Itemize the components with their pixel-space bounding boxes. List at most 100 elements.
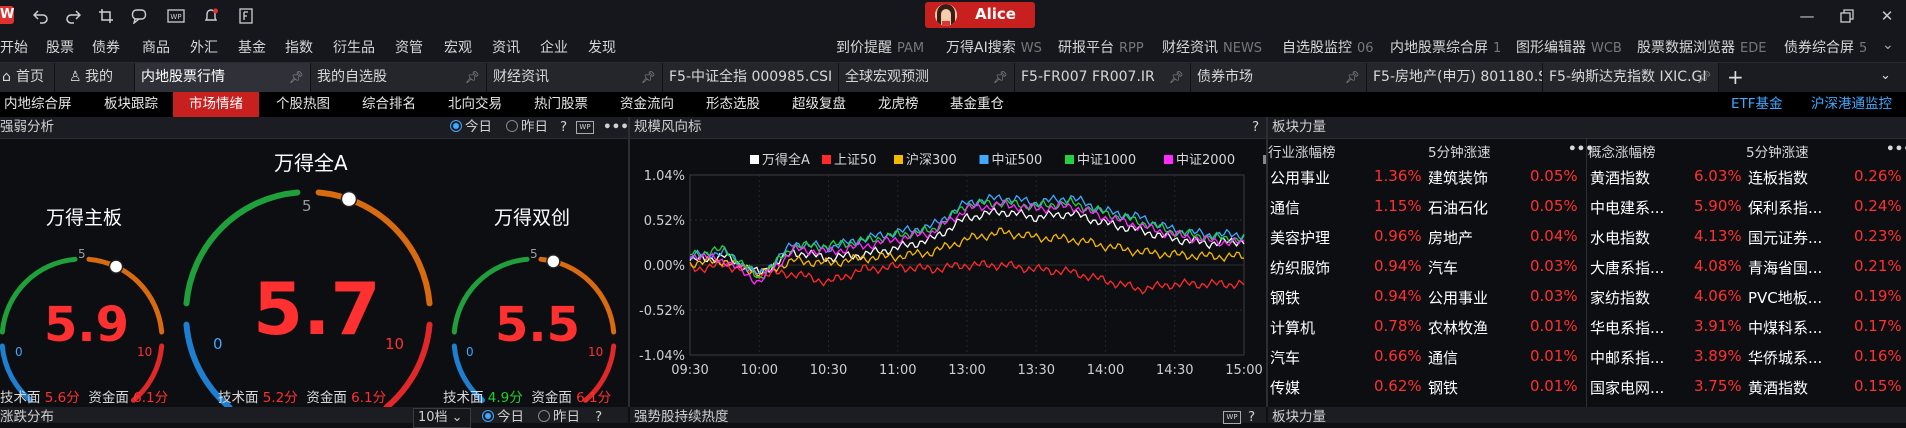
pin-icon[interactable]: 📌︎ (1169, 63, 1184, 92)
tab-my-watchlist[interactable]: 我的自选股 📌︎ (311, 63, 487, 92)
menu-ai-search[interactable]: 万得AI搜索 WS (946, 37, 1042, 57)
table-row[interactable]: 计算机 0.78% 农林牧渔 0.01% 华电系指... 3.91% 中煤科系... 0.17… (1268, 312, 1906, 342)
minimize-icon[interactable]: — (1796, 5, 1818, 27)
pin-icon[interactable]: 📌︎ (465, 63, 480, 92)
menu-bond-screen[interactable]: 债券综合屏 5 (1784, 37, 1867, 57)
pin-icon[interactable]: 📌︎ (641, 63, 656, 92)
subnav-etf[interactable]: ETF基金 (1731, 92, 1783, 117)
menu-bond[interactable]: 债券 (92, 37, 120, 57)
menu-news[interactable]: 资讯 (492, 37, 520, 57)
radio-yesterday[interactable]: 昨日 (538, 407, 580, 427)
subnav-northbound[interactable]: 北向交易 (448, 92, 502, 117)
tab-mainland-stock-quotes[interactable]: 内地股票行情 📌︎ (135, 63, 311, 92)
radio-today[interactable]: 今日 (450, 117, 492, 138)
legend-item[interactable]: 沪深300 (894, 152, 957, 168)
radio-today[interactable]: 今日 (482, 407, 524, 427)
crop-icon[interactable] (95, 5, 117, 27)
tab-mine[interactable]: ♙ 我的 (55, 63, 135, 92)
restore-icon[interactable] (1836, 5, 1858, 27)
pin-icon[interactable]: 📌︎ (993, 63, 1008, 92)
menu-fx[interactable]: 外汇 (190, 37, 218, 57)
table-row[interactable]: 传媒 0.62% 钢铁 0.01% 国家电网... 3.75% 黄酒指数 0.15% (1268, 372, 1906, 402)
tab-nasdaq[interactable]: F5-纳斯达克指数 IXIC.GI 📌︎ (1543, 63, 1719, 92)
legend-item[interactable]: 中证1000 (1065, 153, 1136, 168)
menu-data-browser[interactable]: 股票数据浏览器 EDE (1637, 37, 1766, 57)
pin-icon[interactable]: 📌︎ (1697, 63, 1712, 92)
tab-list-chevron-icon[interactable]: ⌄ (1880, 68, 1891, 83)
tab-bond-market[interactable]: 债券市场 📌︎ (1191, 63, 1367, 92)
tab-global-macro[interactable]: 全球宏观预测 📌︎ (839, 63, 1015, 92)
menu-stock[interactable]: 股票 (46, 37, 74, 57)
help-icon[interactable]: ? (560, 117, 567, 138)
subnav-overview[interactable]: 内地综合屏 (4, 92, 72, 117)
subnav-replay[interactable]: 超级复盘 (792, 92, 846, 117)
menu-asset-mgmt[interactable]: 资管 (395, 37, 423, 57)
table-row[interactable]: 通信 1.15% 石油石化 0.05% 中电建系... 5.90% 保利系指... 0.24% (1268, 192, 1906, 222)
table-row[interactable]: 美容护理 0.96% 房地产 0.04% 水电指数 4.13% 国元证券... 0.23% (1268, 222, 1906, 252)
notification-bell-icon[interactable] (200, 5, 222, 27)
menu-start[interactable]: 开始 (0, 37, 28, 57)
menu-price-alert[interactable]: 到价提醒 PAM (836, 37, 924, 57)
menu-macro[interactable]: 宏观 (444, 37, 472, 57)
table-row[interactable]: 公用事业 1.36% 建筑装饰 0.05% 黄酒指数 6.03% 连板指数 0.26% (1268, 162, 1906, 192)
tab-financial-news[interactable]: 财经资讯 📌︎ (487, 63, 663, 92)
menu-watchlist-monitor[interactable]: 自选股监控 06 (1282, 37, 1374, 57)
pin-icon[interactable]: 📌︎ (1345, 63, 1360, 92)
app-logo[interactable]: W (0, 6, 14, 24)
subnav-heatmap[interactable]: 个股热图 (276, 92, 330, 117)
help-icon[interactable]: ? (1252, 117, 1259, 138)
help-icon[interactable]: ? (595, 407, 602, 427)
menu-chart-editor[interactable]: 图形编辑器 WCB (1516, 37, 1622, 57)
industry-change: 0.96% (1374, 227, 1422, 245)
menu-more-icon[interactable]: ⌄ (1882, 37, 1894, 53)
legend-swatch (750, 155, 759, 164)
menu-discover[interactable]: 发现 (588, 37, 616, 57)
subnav-fund-holdings[interactable]: 基金重仓 (950, 92, 1004, 117)
legend-item[interactable]: 中证2000 (1164, 153, 1235, 168)
menu-fund[interactable]: 基金 (238, 37, 266, 57)
menu-enterprise[interactable]: 企业 (540, 37, 568, 57)
tab-real-estate[interactable]: F5-房地产(申万) 801180.SI (1367, 63, 1543, 92)
subnav-market-sentiment[interactable]: 市场情绪 (173, 92, 259, 117)
subnav-dragon-tiger[interactable]: 龙虎榜 (878, 92, 919, 117)
menu-commodity[interactable]: 商品 (142, 37, 170, 57)
add-tab-icon[interactable]: + (1727, 65, 1744, 89)
menu-derivative[interactable]: 衍生品 (333, 37, 375, 57)
more-icon[interactable]: ••• (603, 117, 629, 138)
wp-icon[interactable]: WP (165, 5, 187, 27)
subnav-hot-stocks[interactable]: 热门股票 (534, 92, 588, 117)
table-row[interactable]: 钢铁 0.94% 公用事业 0.03% 家纺指数 4.06% PVC地板... 0.19% (1268, 282, 1906, 312)
tab-fr007[interactable]: F5-FR007 FR007.IR 📌︎ (1015, 63, 1191, 92)
user-account-button[interactable]: Alice (925, 2, 1035, 28)
legend-swatch (979, 155, 989, 164)
menu-research[interactable]: 研报平台 RPP (1058, 37, 1144, 57)
legend-item[interactable]: 万得全A (750, 152, 810, 168)
subnav-pattern[interactable]: 形态选股 (706, 92, 760, 117)
tab-home[interactable]: ⌂ 首页 (0, 63, 55, 92)
chat-icon[interactable] (128, 5, 150, 27)
pin-icon[interactable]: 📌︎ (289, 63, 304, 92)
legend-item[interactable]: 上证50 (822, 153, 877, 168)
menu-index[interactable]: 指数 (285, 37, 313, 57)
menu-stock-screen[interactable]: 内地股票综合屏 1 (1390, 37, 1501, 57)
legend-item[interactable]: 中证500 (979, 153, 1043, 168)
subnav-sector-track[interactable]: 板块跟踪 (104, 92, 158, 117)
tier-select[interactable]: 10档 ⌄ (413, 408, 471, 428)
help-icon[interactable]: ? (1248, 407, 1255, 427)
undo-icon[interactable] (30, 5, 52, 27)
more-icon[interactable]: ••• (1886, 141, 1906, 157)
close-icon[interactable]: ✕ (1876, 5, 1898, 27)
radio-yesterday[interactable]: 昨日 (506, 117, 548, 138)
subnav-ranking[interactable]: 综合排名 (362, 92, 416, 117)
tab-csi-all-share[interactable]: F5-中证全指 000985.CSI (663, 63, 839, 92)
f-key-icon[interactable] (235, 5, 257, 27)
table-row[interactable]: 纺织服饰 0.94% 汽车 0.03% 大唐系指... 4.08% 青海省国... 0.21% (1268, 252, 1906, 282)
subnav-connect-monitor[interactable]: 沪深港通监控 (1811, 92, 1892, 117)
subnav-fund-flow[interactable]: 资金流向 (620, 92, 674, 117)
table-row[interactable]: 汽车 0.66% 通信 0.01% 中邮系指... 3.89% 华侨城系... 0.16% (1268, 342, 1906, 372)
speed-concept-name: PVC地板... (1748, 289, 1823, 307)
redo-icon[interactable] (62, 5, 84, 27)
menu-financial-news[interactable]: 财经资讯 NEWS (1162, 37, 1262, 57)
wp-export-icon[interactable]: WP (1223, 411, 1241, 424)
wp-export-icon[interactable]: WP (576, 121, 594, 134)
